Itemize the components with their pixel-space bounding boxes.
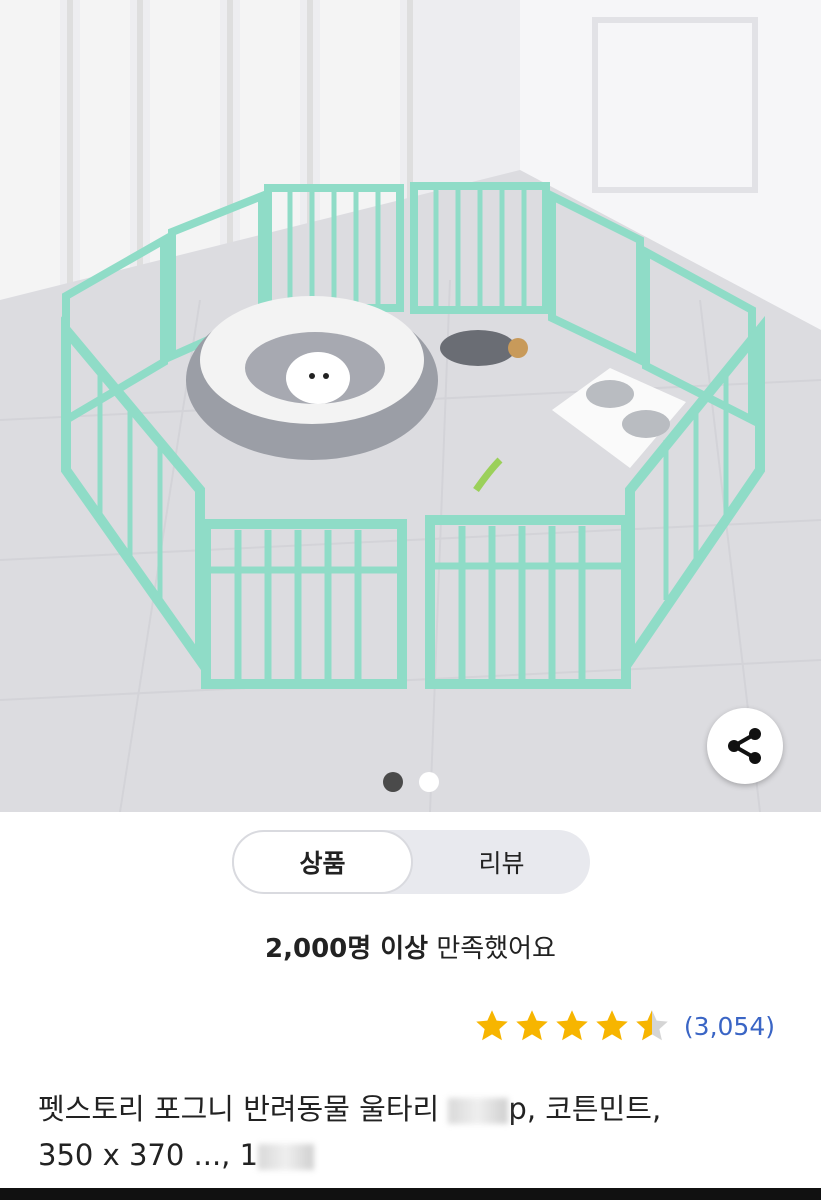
tab-review[interactable]: 리뷰 <box>413 830 590 894</box>
blurred-text <box>448 1098 509 1124</box>
star-icon-2 <box>516 1010 548 1041</box>
bottom-edge <box>0 1188 821 1200</box>
tab-product[interactable]: 상품 <box>232 830 413 894</box>
rating-summary[interactable]: (3,054) <box>474 1008 775 1044</box>
product-image-carousel[interactable] <box>0 0 821 812</box>
carousel-dot-2[interactable] <box>418 772 439 792</box>
product-title-part-3: 350 x 370 ..., 1 <box>38 1138 259 1172</box>
blurred-text <box>258 1144 315 1170</box>
star-icon-3 <box>556 1010 588 1041</box>
product-title-part-1: 펫스토리 포그니 반려동물 울타리 <box>38 1092 449 1126</box>
product-review-tabs: 상품 리뷰 <box>232 830 590 894</box>
satisfaction-highlight: 2,000명 이상 <box>265 934 429 964</box>
product-title-part-2: p, 코튼민트, <box>508 1092 662 1126</box>
satisfaction-suffix: 만족했어요 <box>428 934 556 964</box>
product-title[interactable]: 펫스토리 포그니 반려동물 울타리 p, 코튼민트, 350 x 370 ...… <box>38 1086 798 1178</box>
star-rating <box>474 1008 670 1044</box>
share-icon <box>728 728 761 764</box>
satisfaction-text: 2,000명 이상 만족했어요 <box>0 928 821 965</box>
carousel-dot-1[interactable] <box>382 772 403 792</box>
review-count-link[interactable]: (3,054) <box>684 1012 775 1041</box>
star-half-icon <box>636 1010 668 1041</box>
carousel-pagination <box>0 772 821 792</box>
star-icon-4 <box>596 1010 628 1041</box>
star-icon-1 <box>476 1010 508 1041</box>
product-photo <box>0 0 821 812</box>
